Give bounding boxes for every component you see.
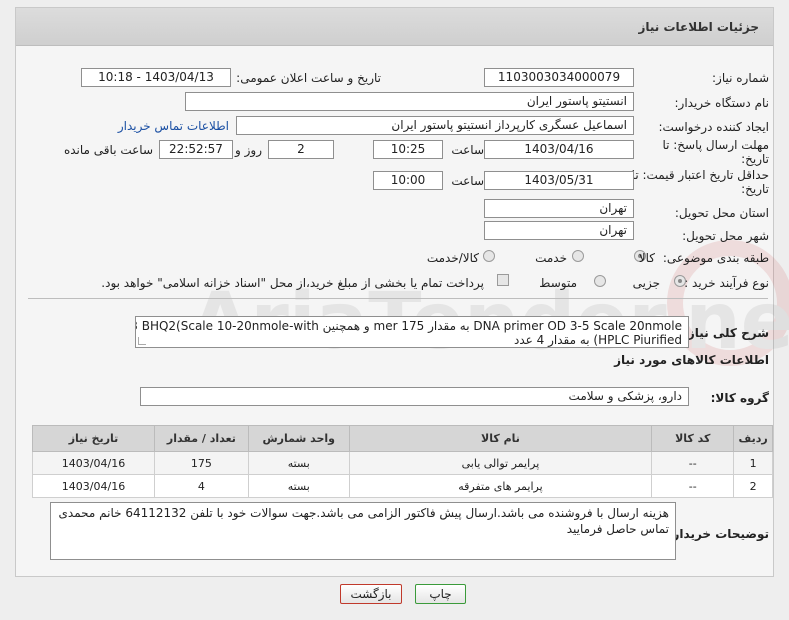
col-header-row: ردیف — [733, 425, 773, 452]
treasury-payment-note: پرداخت تمام یا بخشی از مبلغ خرید،از محل … — [101, 276, 484, 290]
province-field: تهران — [484, 199, 634, 218]
process-label: نوع فرآیند خرید : — [684, 276, 769, 290]
cell-unit: بسته — [247, 451, 350, 475]
deadline-time-label: ساعت — [451, 143, 484, 157]
announce-label: تاریخ و ساعت اعلان عمومی: — [236, 71, 381, 85]
treasury-payment-checkbox[interactable] — [497, 274, 509, 286]
cell-unit: بسته — [247, 474, 350, 498]
buyer-contact-link[interactable]: اطلاعات تماس خریدار — [118, 119, 229, 133]
col-header-date: تاریخ نیاز — [31, 425, 156, 452]
description-textarea: DNA primer OD 3-5 Scale 20nmole به مقدار… — [135, 316, 689, 348]
deadline-label-1: مهلت ارسال پاسخ: تا — [662, 138, 769, 152]
category-option-goods: کالا — [638, 251, 655, 265]
table-row: 2 -- پرایمر های متفرقه بسته 4 1403/04/16 — [31, 474, 773, 498]
goods-section-title: اطلاعات کالاهای مورد نیاز — [614, 353, 769, 367]
col-header-qty: تعداد / مقدار — [154, 425, 249, 452]
table-row: 1 -- پرایمر توالی یابی بسته 175 1403/04/… — [31, 451, 773, 475]
validity-time-field: 10:00 — [373, 171, 443, 190]
goods-group-field: دارو، پزشکی و سلامت — [140, 387, 689, 406]
buyer-notes-text: هزینه ارسال با فروشنده می باشد.ارسال پیش… — [58, 506, 670, 536]
category-option-goods-service: کالا/خدمت — [426, 251, 479, 265]
buyer-org-field: انستیتو پاستور ایران — [185, 92, 634, 111]
city-field: تهران — [484, 221, 634, 240]
validity-time-label: ساعت — [451, 174, 484, 188]
print-button[interactable]: چاپ — [415, 584, 466, 604]
cell-date: 1403/04/16 — [31, 474, 156, 498]
category-label: طبقه بندی موضوعی: — [662, 251, 769, 265]
process-option-minor: جزیی — [632, 276, 660, 290]
remaining-time-field: 22:52:57 — [159, 140, 233, 159]
province-label: استان محل تحویل: — [674, 206, 769, 220]
buyer-notes-textarea: هزینه ارسال با فروشنده می باشد.ارسال پیش… — [50, 502, 676, 560]
requester-label: ایجاد کننده درخواست: — [658, 120, 769, 134]
need-number-field: 1103003034000079 — [484, 68, 634, 87]
panel-title: جزئیات اطلاعات نیاز — [16, 8, 773, 46]
goods-table: ردیف کد کالا نام کالا واحد شمارش تعداد /… — [31, 425, 773, 498]
cell-qty: 175 — [154, 451, 249, 475]
description-line-1: DNA primer OD 3-5 Scale 20nmole به مقدار… — [136, 319, 682, 333]
city-label: شهر محل تحویل: — [682, 229, 769, 243]
days-remaining-field: 2 — [268, 140, 334, 159]
cell-name: پرایمر توالی یابی — [348, 451, 653, 475]
section-divider — [28, 298, 768, 299]
resize-handle-icon[interactable] — [138, 337, 146, 345]
cell-row: 2 — [733, 474, 773, 498]
cell-date: 1403/04/16 — [31, 451, 156, 475]
deadline-date-field: 1403/04/16 — [484, 140, 634, 159]
cell-code: -- — [651, 474, 735, 498]
col-header-code: کد کالا — [651, 425, 735, 452]
deadline-label-2: تاریخ: — [741, 152, 769, 166]
need-number-label: شماره نیاز: — [712, 71, 769, 85]
goods-table-header: ردیف کد کالا نام کالا واحد شمارش تعداد /… — [31, 425, 773, 452]
category-radio-goods-service[interactable] — [483, 250, 495, 262]
announce-field: 1403/04/13 - 10:18 — [81, 68, 231, 87]
cell-qty: 4 — [154, 474, 249, 498]
cell-row: 1 — [733, 451, 773, 475]
cell-code: -- — [651, 451, 735, 475]
process-radio-minor[interactable] — [674, 275, 686, 287]
requester-field: اسماعیل عسگری کارپرداز انستیتو پاستور ای… — [236, 116, 634, 135]
deadline-time-field: 10:25 — [373, 140, 443, 159]
goods-group-label: گروه کالا: — [710, 391, 769, 405]
col-header-name: نام کالا — [348, 425, 653, 452]
process-radio-medium[interactable] — [594, 275, 606, 287]
description-label: شرح کلی نیاز: — [683, 326, 769, 340]
validity-date-field: 1403/05/31 — [484, 171, 634, 190]
category-radio-service[interactable] — [572, 250, 584, 262]
remaining-time-label: ساعت باقی مانده — [63, 143, 153, 157]
back-button[interactable]: بازگشت — [340, 584, 402, 604]
process-option-medium: متوسط — [539, 276, 577, 290]
col-header-unit: واحد شمارش — [247, 425, 350, 452]
category-option-service: خدمت — [535, 251, 567, 265]
days-label: روز و — [235, 143, 262, 157]
cell-name: پرایمر های متفرقه — [348, 474, 653, 498]
buyer-org-label: نام دستگاه خریدار: — [674, 96, 770, 110]
validity-label-1: حداقل تاریخ اعتبار قیمت: تا — [631, 168, 769, 182]
description-line-2: HPLC Piurified) به مقدار 4 عدد — [514, 333, 682, 347]
validity-label-2: تاریخ: — [741, 182, 769, 196]
buyer-notes-label: توضیحات خریدار: — [667, 527, 769, 541]
